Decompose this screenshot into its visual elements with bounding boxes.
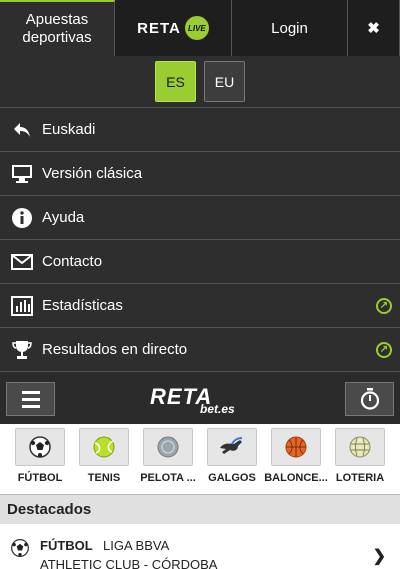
menu-item-label: Contacto — [42, 253, 103, 270]
side-menu: Euskadi Versión clásica Ayuda Contacto E… — [0, 108, 400, 372]
sport-pelota[interactable]: PELOTA ... — [138, 428, 198, 494]
sport-label: BALONCE... — [264, 472, 328, 484]
back-arrow-icon — [10, 118, 34, 142]
greyhound-icon — [207, 428, 257, 466]
menu-item-ayuda[interactable]: Ayuda — [0, 196, 400, 240]
sport-label: GALGOS — [208, 472, 256, 484]
event-league: LIGA BBVA — [103, 538, 170, 553]
soccer-ball-icon — [11, 539, 29, 557]
tab-apuestas-line1: Apuestas — [25, 11, 89, 28]
site-header: RETA bet.es — [0, 374, 400, 424]
basketball-icon — [271, 428, 321, 466]
menu-item-label: Ayuda — [42, 209, 85, 226]
sport-label: LOTERIA — [335, 472, 385, 484]
menu-item-euskadi[interactable]: Euskadi — [0, 108, 400, 152]
featured-event-row[interactable]: FÚTBOL LIGA BBVA ATHLETIC CLUB - CÓRDOBA… — [0, 524, 400, 569]
sport-label: PELOTA ... — [140, 472, 196, 484]
hamburger-line — [21, 397, 40, 401]
stopwatch-button[interactable] — [345, 382, 394, 416]
menu-item-estadisticas[interactable]: Estadísticas ↗ — [0, 284, 400, 328]
live-badge-icon: LIVE — [184, 16, 209, 40]
sport-galgos[interactable]: GALGOS — [202, 428, 262, 494]
menu-item-label: Estadísticas — [42, 297, 123, 314]
sport-label: FÚTBOL — [17, 472, 63, 484]
chevron-right-icon[interactable]: ❯ — [373, 546, 386, 566]
sport-label: TENIS — [87, 472, 121, 484]
menu-item-label: Versión clásica — [42, 165, 143, 182]
tab-apuestas-deportivas[interactable]: Apuestas deportivas — [0, 0, 115, 56]
menu-item-label: Euskadi — [42, 121, 96, 138]
external-link-icon: ↗ — [376, 297, 392, 314]
hamburger-line — [21, 404, 40, 408]
hamburger-line — [21, 390, 40, 394]
info-icon — [10, 206, 34, 230]
sport-loteria[interactable]: LOTERIA — [330, 428, 390, 494]
lang-es-button[interactable]: ES — [155, 61, 196, 102]
sport-futbol[interactable]: FÚTBOL — [10, 428, 70, 494]
sports-bar: FÚTBOL TENIS PELOTA ... GALGOS BALONCE..… — [0, 424, 400, 494]
menu-item-label: Resultados en directo — [42, 341, 188, 358]
lang-eu-button[interactable]: EU — [204, 61, 245, 102]
external-link-icon: ↗ — [376, 341, 392, 358]
language-selector: ES EU — [0, 56, 400, 108]
close-icon[interactable]: ✖ — [348, 0, 400, 56]
reta-live-logo-text: RETA — [137, 19, 181, 37]
sport-tenis[interactable]: TENIS — [74, 428, 134, 494]
menu-item-resultados-en-directo[interactable]: Resultados en directo ↗ — [0, 328, 400, 372]
soccer-ball-icon — [15, 428, 65, 466]
top-bar: Apuestas deportivas RETA LIVE Login ✖ — [0, 0, 400, 56]
bar-chart-icon — [10, 294, 34, 318]
monitor-icon — [10, 162, 34, 186]
hamburger-menu-button[interactable] — [6, 382, 55, 416]
login-button[interactable]: Login — [232, 0, 348, 56]
trophy-icon — [10, 338, 34, 362]
tab-apuestas-line2: deportivas — [22, 29, 92, 46]
menu-item-contacto[interactable]: Contacto — [0, 240, 400, 284]
sport-baloncesto[interactable]: BALONCE... — [264, 428, 328, 494]
destacados-header: Destacados — [0, 494, 400, 524]
tennis-ball-icon — [79, 428, 129, 466]
envelope-icon — [10, 250, 34, 274]
pelota-icon — [143, 428, 193, 466]
tab-reta-live[interactable]: RETA LIVE — [115, 0, 232, 56]
retabet-logo[interactable]: RETA bet.es — [150, 384, 250, 416]
event-match: ATHLETIC CLUB - CÓRDOBA — [40, 557, 218, 569]
stopwatch-icon — [360, 388, 379, 410]
logo-sub-text: bet.es — [200, 402, 235, 416]
lottery-ball-icon — [335, 428, 385, 466]
menu-item-version-clasica[interactable]: Versión clásica — [0, 152, 400, 196]
event-sport: FÚTBOL — [40, 538, 93, 553]
